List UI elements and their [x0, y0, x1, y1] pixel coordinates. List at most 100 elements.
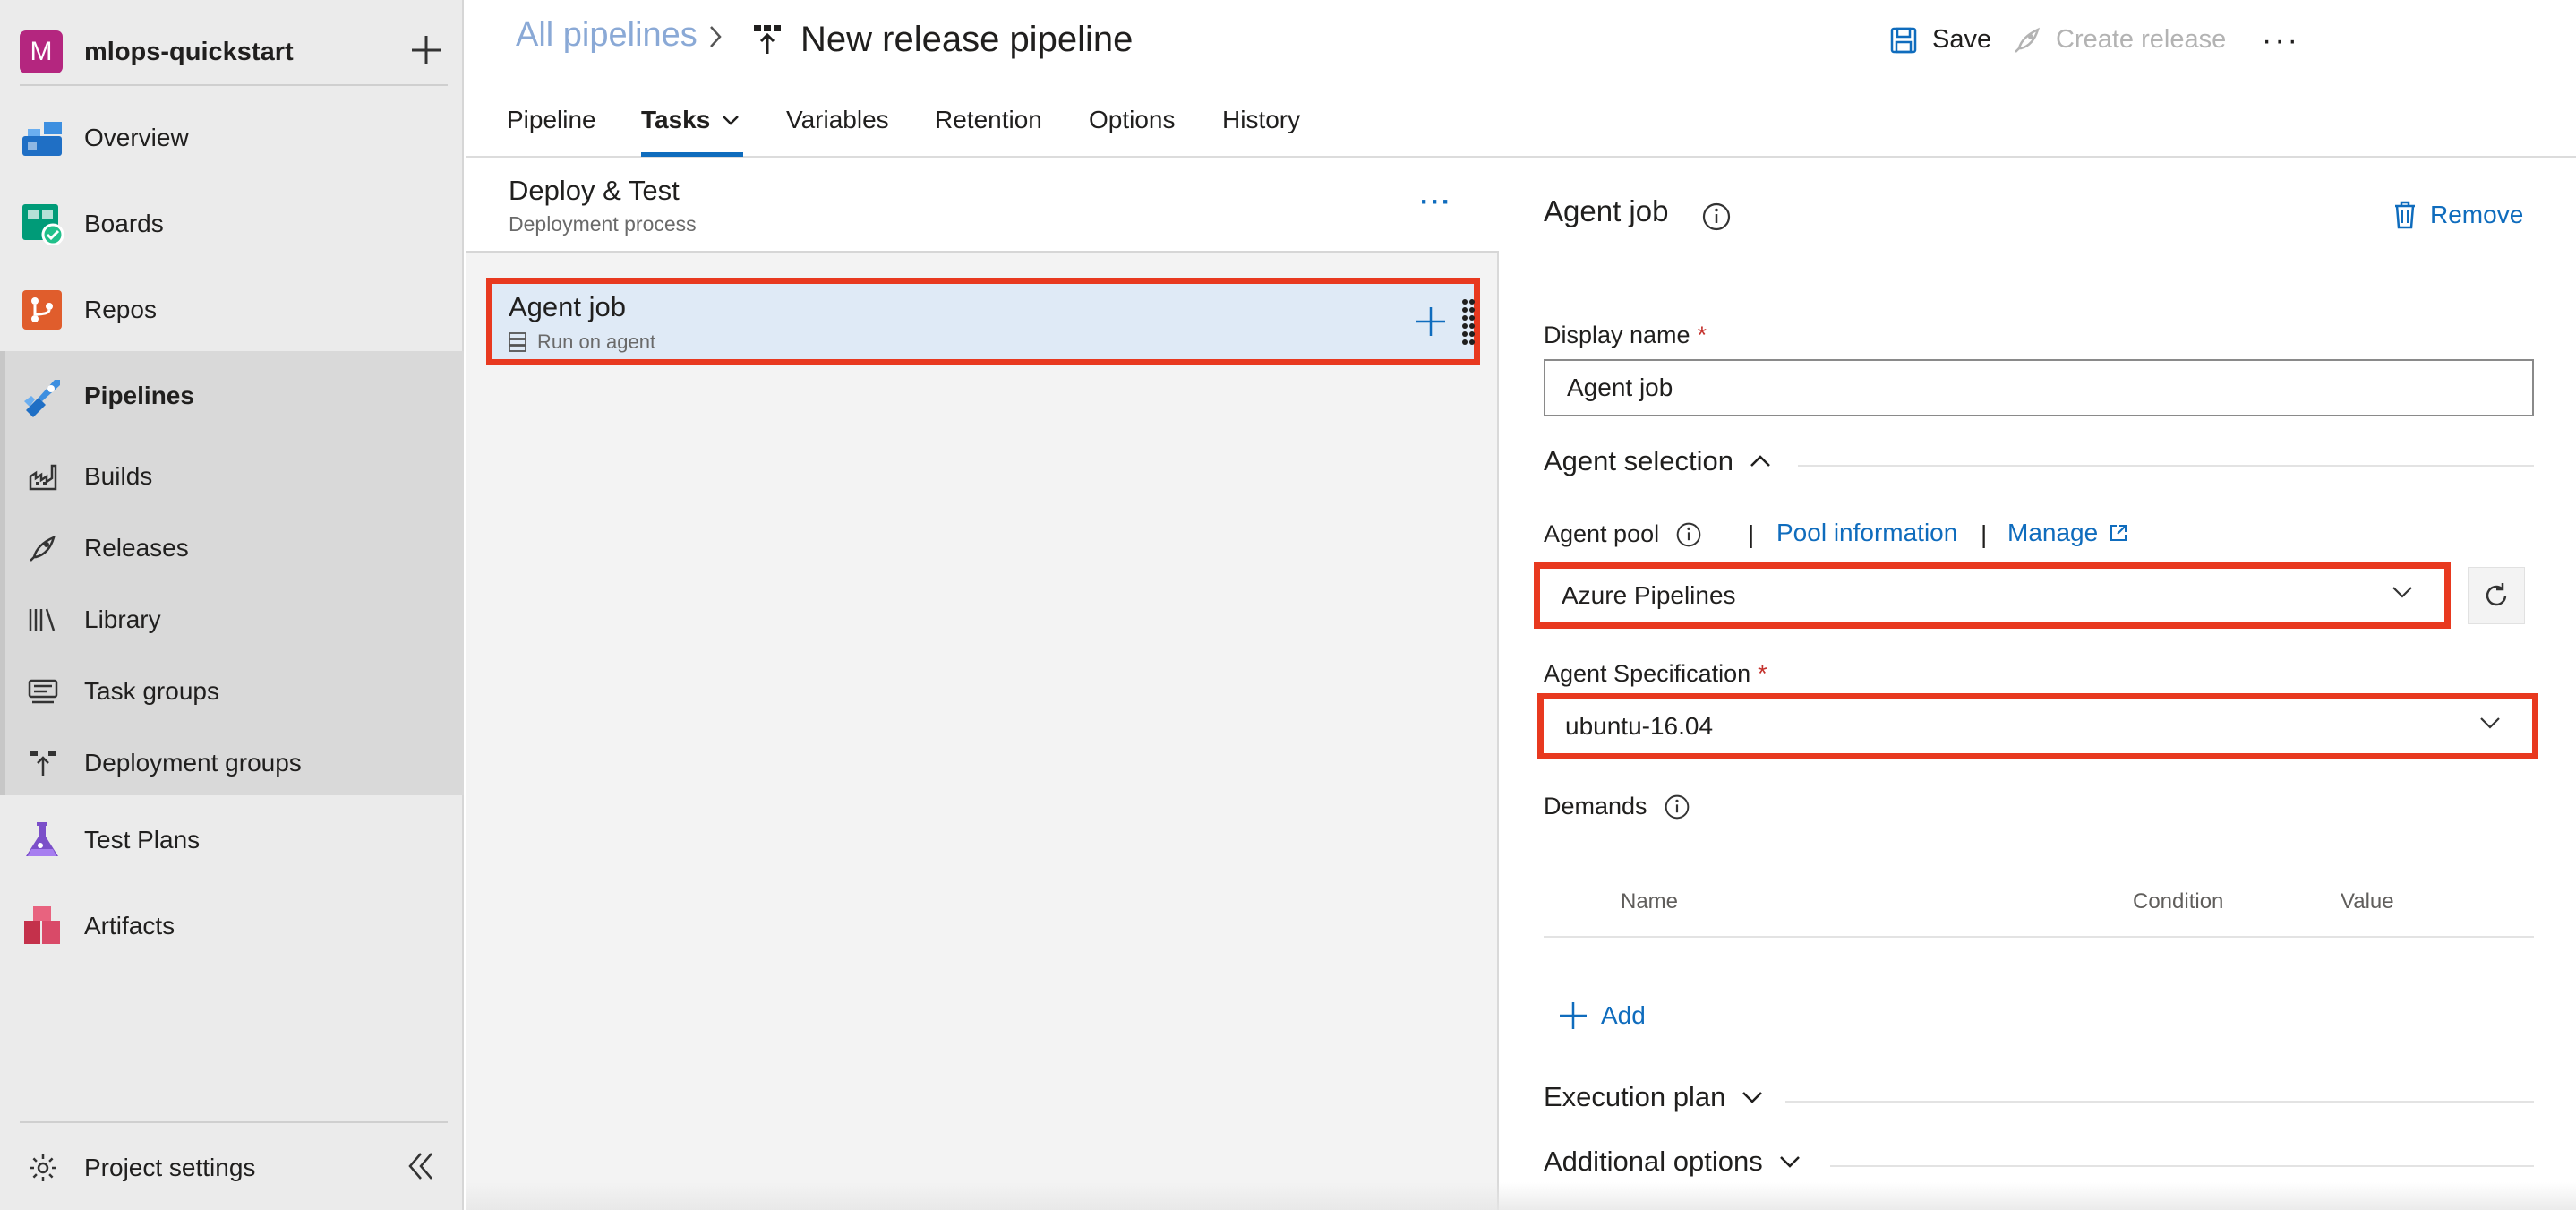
org-header: M mlops-quickstart	[20, 20, 448, 86]
info-icon[interactable]	[1701, 202, 1732, 236]
active-tab-indicator	[641, 152, 743, 157]
demands-divider	[1544, 936, 2534, 938]
sidebar-item-deployment-groups[interactable]: Deployment groups	[0, 727, 464, 799]
stage-more-button[interactable]: ···	[1420, 187, 1452, 218]
remove-label: Remove	[2430, 201, 2524, 228]
remove-button[interactable]: Remove	[2392, 200, 2523, 230]
required-asterisk: *	[1697, 322, 1707, 348]
manage-link[interactable]: Manage	[2007, 519, 2128, 547]
page-header: All pipelines New release pipeline Save …	[466, 0, 2576, 158]
chevron-down-icon	[1740, 1089, 1765, 1105]
boards-icon	[20, 202, 64, 246]
save-icon	[1889, 26, 1918, 55]
sidebar-item-label: Test Plans	[84, 826, 201, 854]
sidebar-item-label: Releases	[84, 534, 189, 562]
demands-column-condition: Condition	[2133, 889, 2224, 914]
agent-spec-select[interactable]: ubuntu-16.04	[1537, 693, 2538, 759]
tab-retention[interactable]: Retention	[935, 106, 1042, 134]
agent-pool-select[interactable]: Azure Pipelines	[1534, 562, 2451, 629]
stage-subtitle: Deployment process	[509, 212, 697, 236]
org-avatar[interactable]: M	[20, 30, 63, 73]
breadcrumb-all-pipelines[interactable]: All pipelines	[516, 16, 697, 55]
chevron-down-icon	[1777, 1154, 1802, 1170]
execution-plan-label: Execution plan	[1544, 1081, 1726, 1112]
chevron-down-icon	[2478, 716, 2502, 730]
sidebar-item-label: Artifacts	[84, 912, 175, 940]
separator: |	[1748, 520, 1755, 548]
collapse-sidebar-icon[interactable]	[405, 1150, 437, 1187]
required-asterisk: *	[1758, 660, 1767, 687]
save-label: Save	[1932, 25, 1992, 54]
create-release-label: Create release	[2056, 25, 2227, 54]
library-icon	[25, 602, 61, 638]
sidebar-item-pipelines[interactable]: Pipelines	[0, 353, 464, 439]
agent-pool-value: Azure Pipelines	[1562, 581, 1736, 609]
sidebar: M mlops-quickstart Overview Boards Repos…	[0, 0, 464, 1210]
section-divider	[1785, 1101, 2534, 1103]
agent-job-subtitle-text: Run on agent	[537, 330, 656, 353]
sidebar-item-task-groups[interactable]: Task groups	[0, 656, 464, 727]
sidebar-item-releases[interactable]: Releases	[0, 512, 464, 584]
chevron-up-icon	[1748, 453, 1773, 469]
stage-title: Deploy & Test	[509, 175, 680, 206]
sidebar-item-repos[interactable]: Repos	[0, 267, 464, 353]
agent-spec-label: Agent Specification *	[1544, 660, 1767, 688]
section-divider	[1798, 465, 2534, 467]
add-label: Add	[1601, 1001, 1646, 1029]
agent-job-card[interactable]: Agent job Run on agent	[486, 278, 1480, 365]
new-item-plus-icon[interactable]	[408, 32, 444, 68]
sidebar-item-library[interactable]: Library	[0, 584, 464, 656]
repos-icon	[20, 287, 64, 332]
page-title: New release pipeline	[800, 20, 1134, 59]
refresh-icon	[2480, 579, 2512, 612]
separator: |	[1981, 520, 1988, 548]
additional-options-label: Additional options	[1544, 1146, 1763, 1177]
demands-column-value: Value	[2341, 889, 2394, 914]
panel-title: Agent job	[1544, 194, 1669, 227]
stage-header[interactable]: Deploy & Test Deployment process ···	[466, 159, 1499, 253]
project-settings-label: Project settings	[84, 1154, 256, 1181]
pool-information-link[interactable]: Pool information	[1776, 519, 1957, 547]
agent-selection-label: Agent selection	[1544, 445, 1733, 476]
gear-icon	[25, 1150, 61, 1186]
builds-icon	[25, 459, 61, 494]
sidebar-item-test-plans[interactable]: Test Plans	[0, 797, 464, 883]
agent-selection-section[interactable]: Agent selection	[1544, 445, 1773, 477]
add-task-plus-icon[interactable]	[1415, 305, 1447, 342]
save-button[interactable]: Save	[1889, 25, 1991, 55]
create-release-button[interactable]: Create release	[2013, 25, 2226, 55]
project-name[interactable]: mlops-quickstart	[84, 38, 294, 67]
drag-handle-icon[interactable]	[1461, 298, 1476, 353]
agent-pool-label-text: Agent pool	[1544, 520, 1660, 547]
add-demand-button[interactable]: Add	[1558, 1000, 1646, 1031]
demands-label: Demands	[1544, 793, 1690, 820]
manage-label: Manage	[2007, 519, 2099, 546]
display-name-label-text: Display name	[1544, 322, 1690, 348]
refresh-pools-button[interactable]	[2468, 567, 2525, 624]
chevron-down-icon	[2391, 585, 2414, 599]
sidebar-item-boards[interactable]: Boards	[0, 181, 464, 267]
tab-pipeline[interactable]: Pipeline	[507, 106, 596, 134]
agent-pool-info-icon[interactable]	[1675, 521, 1702, 548]
additional-options-section[interactable]: Additional options	[1544, 1146, 1802, 1178]
tab-options[interactable]: Options	[1089, 106, 1176, 134]
sidebar-item-label: Library	[84, 605, 161, 633]
agent-job-details: Agent job Remove Display name * Agent jo…	[1501, 159, 2576, 1210]
trash-icon	[2392, 200, 2418, 230]
sidebar-item-overview[interactable]: Overview	[0, 95, 464, 181]
display-name-label: Display name *	[1544, 322, 1707, 349]
tab-history[interactable]: History	[1222, 106, 1300, 134]
overview-icon	[20, 116, 64, 160]
pipelines-icon	[20, 373, 64, 418]
execution-plan-section[interactable]: Execution plan	[1544, 1081, 1765, 1113]
sidebar-item-artifacts[interactable]: Artifacts	[0, 883, 464, 969]
tasks-pane: Deploy & Test Deployment process ··· Age…	[466, 159, 1499, 1210]
display-name-input[interactable]: Agent job	[1544, 359, 2534, 416]
tab-variables[interactable]: Variables	[786, 106, 889, 134]
artifacts-icon	[20, 904, 64, 948]
demands-info-icon[interactable]	[1664, 794, 1690, 820]
tab-tasks[interactable]: Tasks	[641, 106, 740, 134]
more-actions-button[interactable]: ···	[2262, 23, 2300, 58]
project-settings[interactable]: Project settings	[0, 1132, 464, 1204]
sidebar-item-builds[interactable]: Builds	[0, 441, 464, 512]
